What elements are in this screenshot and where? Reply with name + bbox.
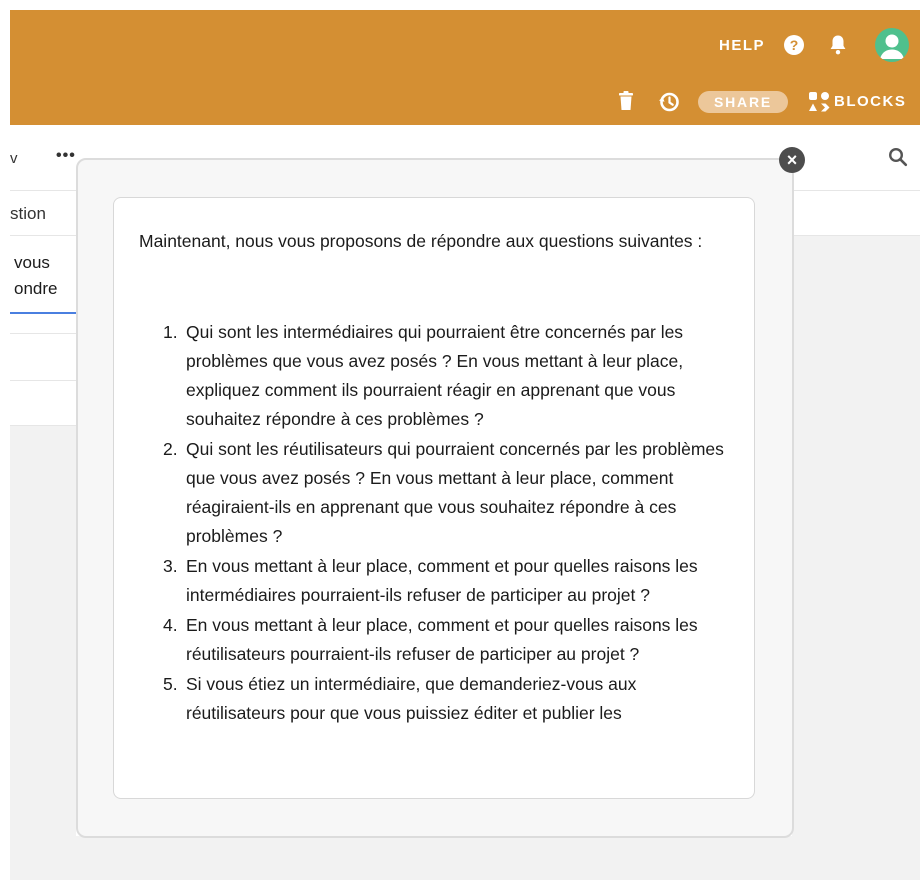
list-item: 3. En vous mettant à leur place, comment… (138, 552, 734, 610)
list-item-number: 4. (163, 615, 178, 635)
list-item-number: 3. (163, 556, 178, 576)
list-item-text: Qui sont les intermédiaires qui pourraie… (186, 322, 684, 429)
list-item-number: 5. (163, 674, 178, 694)
intro-text: Maintenant, nous vous proposons de répon… (139, 231, 703, 251)
long-text-field[interactable]: Maintenant, nous vous proposons de répon… (113, 197, 755, 799)
list-item: 2. Qui sont les réutilisateurs qui pourr… (138, 435, 734, 551)
user-icon (880, 34, 904, 59)
list-item-text: En vous mettant à leur place, comment et… (186, 556, 698, 605)
list-item-text: Si vous étiez un intermédiaire, que dema… (186, 674, 637, 723)
cell-line: vous (14, 253, 50, 272)
page-margin (0, 0, 10, 880)
list-item-text: Qui sont les réutilisateurs qui pourraie… (186, 439, 724, 546)
view-switcher-fragment[interactable]: v (10, 150, 18, 167)
trash-icon[interactable] (618, 91, 634, 111)
blocks-button[interactable]: BLOCKS (834, 93, 906, 110)
list-item: 1. Qui sont les intermédiaires qui pourr… (138, 318, 734, 434)
row-divider (10, 380, 76, 381)
blocks-icon[interactable] (808, 91, 830, 113)
question-icon[interactable]: ? (784, 35, 804, 55)
background-area (792, 236, 920, 880)
list-item-number: 1. (163, 322, 178, 342)
list-item-number: 2. (163, 439, 178, 459)
list-item-text: En vous mettant à leur place, comment et… (186, 615, 698, 664)
more-options-icon[interactable]: ••• (56, 147, 76, 165)
cell-line: ondre (14, 279, 58, 298)
table-cell[interactable]: vous ondre (14, 250, 57, 302)
avatar[interactable] (875, 28, 909, 62)
background-area (76, 836, 792, 880)
cell-selection-indicator (10, 312, 76, 314)
background-area (10, 426, 76, 880)
help-link[interactable]: HELP (719, 37, 765, 54)
bell-icon[interactable] (828, 34, 848, 56)
share-button[interactable]: SHARE (698, 91, 788, 113)
search-icon[interactable] (888, 147, 908, 167)
questions-list: 1. Qui sont les intermédiaires qui pourr… (138, 318, 734, 729)
close-icon[interactable]: × (779, 147, 805, 173)
history-icon[interactable] (658, 91, 680, 113)
list-item: 5. Si vous étiez un intermédiaire, que d… (138, 670, 734, 728)
row-divider (10, 333, 76, 334)
column-header[interactable]: stion (10, 204, 46, 224)
list-item: 4. En vous mettant à leur place, comment… (138, 611, 734, 669)
